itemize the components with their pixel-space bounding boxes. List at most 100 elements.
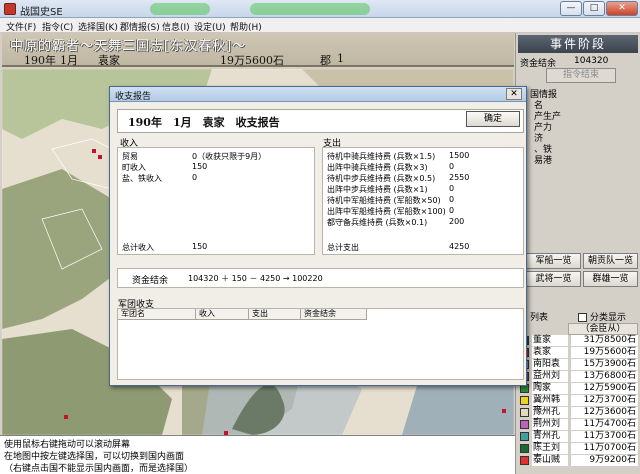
faction-rice: 12万3700石 [570, 395, 638, 406]
faction-row[interactable]: 冀州韩家 12万3700石 [518, 395, 638, 416]
faction-color-swatch [520, 444, 529, 453]
month-display: 1月 [60, 54, 78, 67]
app-icon [4, 3, 16, 15]
faction-name: 董家 [532, 335, 568, 346]
faction-color-swatch [520, 408, 529, 417]
faction-list: 董家 31万8500石 袁家 19万5600石 南阳袁家 15万3900石 益州… [518, 335, 638, 467]
expense-row-value: 2550 [449, 173, 470, 182]
minimize-button[interactable]: — [560, 1, 582, 16]
window-title: 战国史SE [20, 7, 63, 18]
ok-button[interactable]: 确定 [466, 111, 520, 127]
faction-name: 南阳袁家 [532, 359, 568, 380]
ruler-display: 袁家 [98, 54, 120, 67]
expense-row-value: 0 [449, 195, 455, 204]
menu-select-country[interactable]: 选择国(K) [78, 20, 118, 33]
report-header: 190年 1月 袁家 收支报告 [117, 109, 524, 133]
faction-color-swatch [520, 456, 529, 465]
tribute-list-button[interactable]: 朝贡队一览 [583, 253, 638, 269]
report-title: 190年 1月 袁家 收支报告 [128, 116, 280, 129]
corps-col-name[interactable]: 军团名 [118, 309, 196, 320]
faction-row[interactable]: 南阳袁家 15万3900石 [518, 359, 638, 380]
faction-rice: 15万3900石 [570, 359, 638, 370]
expense-row-value: 0 [449, 184, 455, 193]
faction-rice: 12万5900石 [570, 383, 638, 394]
expense-row-value: 1500 [449, 151, 470, 160]
corps-table[interactable]: 军团名 收入 支出 资金结余 [117, 308, 524, 380]
expense-row-label: 出阵中军船维持费 (军船数×100) [327, 207, 446, 216]
faction-name: 益州刘家 [532, 371, 568, 392]
faction-row[interactable]: 益州刘家 13万6800石 [518, 371, 638, 392]
title-blur-decoration [250, 3, 370, 15]
dialog-title: 收支报告 [115, 92, 152, 102]
menu-info[interactable]: 信息(I) [162, 20, 190, 33]
maximize-button[interactable]: □ [583, 1, 605, 16]
income-total-value: 150 [192, 242, 208, 251]
menu-file[interactable]: 文件(F) [6, 20, 36, 33]
faction-rice: 11万0700石 [570, 443, 638, 454]
game-header: 中原的霸者～天舞三国志[东汉春秋]～ 190年 1月 袁家 19万5600石 郡… [2, 33, 514, 67]
warship-list-button[interactable]: 军船一览 [526, 253, 581, 269]
funds-value: 104320 [574, 56, 609, 66]
expense-row-label: 出阵中步兵维持费 (兵数×1) [327, 185, 428, 194]
city-marker[interactable] [64, 415, 68, 419]
info-item[interactable]: 易港 [534, 153, 552, 166]
faction-color-swatch [520, 396, 529, 405]
income-panel: 贸易 0（收获只限于9月） 町收入 150 盐、铁收入 0 总计收入 150 [117, 147, 315, 255]
sub-display-checkbox[interactable] [578, 313, 587, 322]
status-bar: 使用鼠标右键拖动可以滚动屏幕 在地图中按左键选择国，可以切换到国内画面 （右键点… [0, 435, 515, 474]
faction-row[interactable]: 董家 31万8500石 [518, 335, 638, 347]
dialog-close-button[interactable]: ✕ [506, 88, 522, 100]
faction-color-swatch [520, 432, 529, 441]
faction-name: 冀州韩家 [532, 395, 568, 416]
warlord-list-button[interactable]: 群雄一览 [583, 271, 638, 287]
faction-row[interactable]: 袁家 19万5600石 [518, 347, 638, 359]
menu-command[interactable]: 指令(C) [42, 20, 73, 33]
city-marker[interactable] [98, 155, 102, 159]
income-total-label: 总计收入 [122, 243, 154, 252]
faction-name: 泰山贼 [532, 455, 568, 466]
city-marker[interactable] [502, 409, 506, 413]
district-label: 郡 [320, 54, 331, 67]
faction-color-swatch [520, 420, 529, 429]
expense-row-value: 200 [449, 217, 465, 226]
expense-row-value: 0 [449, 206, 455, 215]
faction-name: 青州孔家 [532, 431, 568, 452]
faction-rice: 13万6800石 [570, 371, 638, 382]
faction-name: 荆州刘家 [532, 419, 568, 440]
window-titlebar[interactable]: 战国史SE — □ ✕ [0, 0, 640, 18]
expense-row-value: 0 [449, 162, 455, 171]
faction-rice: 19万5600石 [570, 347, 638, 358]
menu-settings[interactable]: 设定(U) [194, 20, 226, 33]
income-row-label: 町收入 [122, 163, 146, 172]
expense-row-label: 待机中步兵维持费 (兵数×0.5) [327, 174, 436, 183]
close-button[interactable]: ✕ [606, 1, 638, 16]
faction-row[interactable]: 陈王刘家 11万0700石 [518, 443, 638, 464]
faction-row[interactable]: 荆州刘家 11万4700石 [518, 419, 638, 440]
corps-col-expense[interactable]: 支出 [249, 309, 301, 320]
faction-row[interactable]: 泰山贼 9万9200石 [518, 455, 638, 467]
end-command-button[interactable]: 指令结束 [546, 68, 616, 83]
expense-row-label: 待机中军船维持费 (军船数×50) [327, 196, 441, 205]
faction-row[interactable]: 陶家 12万5900石 [518, 383, 638, 395]
expense-total-value: 4250 [449, 242, 470, 251]
sub-display-toggle[interactable]: 分类显示 [578, 310, 626, 323]
faction-name: 豫州孔家 [532, 407, 568, 428]
dialog-titlebar[interactable]: 收支报告 ✕ [110, 87, 526, 102]
menu-help[interactable]: 帮助(H) [230, 20, 262, 33]
faction-row[interactable]: 豫州孔家 12万3600石 [518, 407, 638, 428]
faction-rice: 9万9200石 [570, 455, 638, 466]
side-panel: 事件阶段 资金结余 104320 指令结束 国情报 名 产生产 产力 济 、铁 … [515, 33, 640, 474]
income-row-value: 0（收获只限于9月） [192, 152, 267, 161]
funds-balance-label: 资金结余 [132, 276, 169, 286]
general-list-button[interactable]: 武将一览 [526, 271, 581, 287]
faction-row[interactable]: 青州孔家 11万3700石 [518, 431, 638, 452]
faction-rice: 12万3600石 [570, 407, 638, 418]
income-row-value: 0 [192, 173, 198, 182]
city-marker[interactable] [92, 149, 96, 153]
corps-col-balance[interactable]: 资金结余 [301, 309, 367, 320]
corps-col-income[interactable]: 收入 [196, 309, 249, 320]
title-blur-decoration [150, 3, 210, 15]
sub-display-label: 分类显示 [590, 313, 627, 323]
menu-district-info[interactable]: 郡情报(S) [120, 20, 160, 33]
faction-column-header[interactable]: （会臣从） [568, 323, 638, 335]
